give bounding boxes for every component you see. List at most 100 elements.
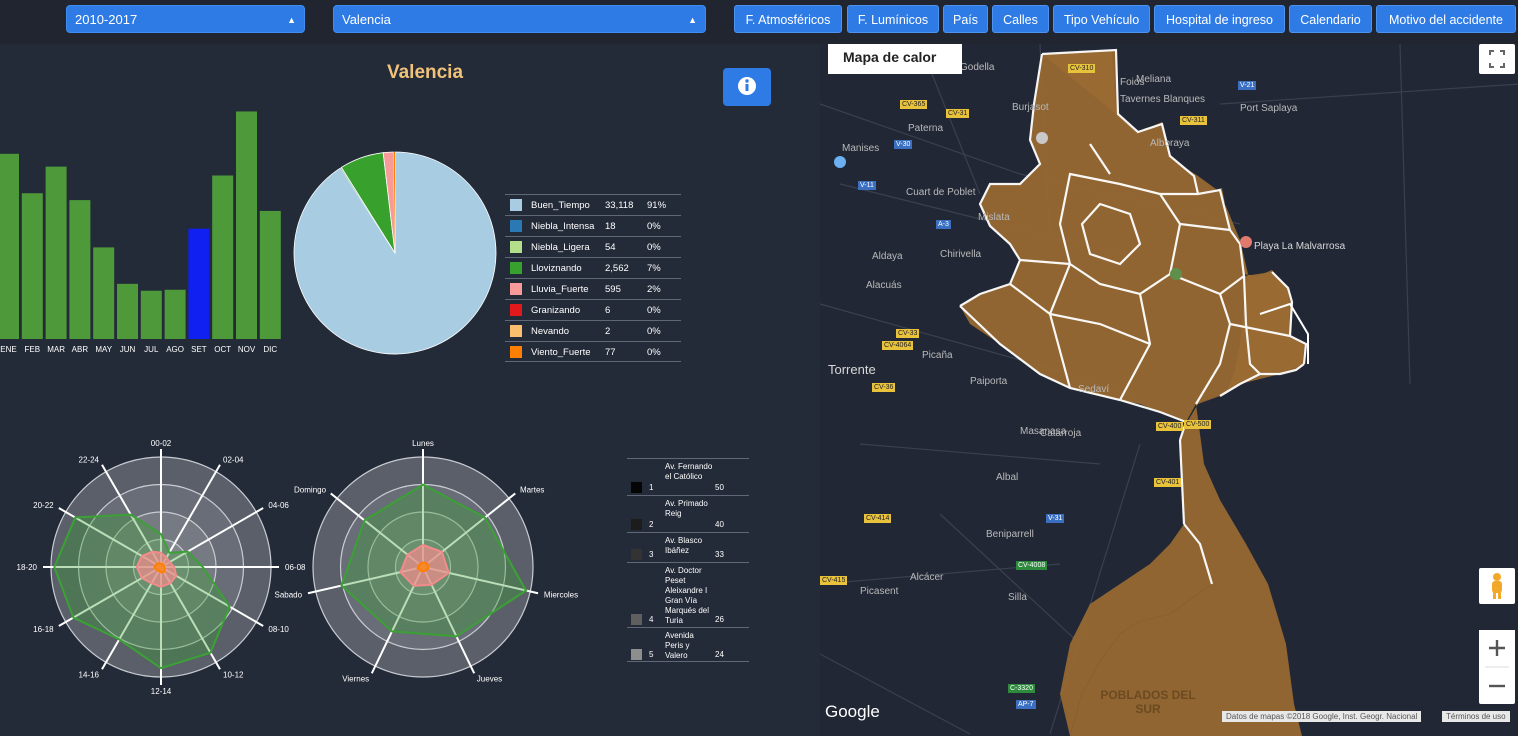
street-name: Av. Blasco Ibáñez: [665, 536, 703, 555]
street-name: Avenida Peris y Valero: [665, 631, 694, 660]
legend-percent: 2%: [647, 284, 661, 295]
road-shield: V-21: [1238, 81, 1257, 90]
legend-swatch: [510, 241, 522, 253]
street-row[interactable]: 1 Av. Fernando el Católico 50: [627, 458, 749, 495]
period-select[interactable]: 2010-2017 ▲: [66, 5, 305, 33]
bar-label-ago: AGO: [166, 345, 184, 354]
street-name: Av. Primado Reig: [665, 499, 708, 518]
road-shield: CV-36: [872, 383, 896, 392]
nav-luminicos-button[interactable]: F. Lumínicos: [847, 5, 939, 33]
legend-label: Lloviznando: [531, 263, 582, 274]
legend-swatch: [510, 304, 522, 316]
road-shield: V-30: [894, 140, 913, 149]
bar-may[interactable]: [93, 247, 115, 339]
bar-feb[interactable]: [21, 193, 43, 339]
street-row[interactable]: 5 Avenida Peris y Valero 24: [627, 627, 749, 662]
legend-label: Nevando: [531, 326, 570, 337]
airport-marker-icon[interactable]: [834, 156, 846, 168]
bar-mar[interactable]: [45, 166, 67, 339]
heatmap-map[interactable]: Godella Burjasot Paterna Manises Cuart de Po…: [820, 44, 1518, 736]
map-label: Meliana: [1136, 74, 1172, 85]
map-label: Paterna: [908, 123, 944, 134]
legend-swatch: [510, 262, 522, 274]
nav-tipo-vehiculo-button[interactable]: Tipo Vehículo: [1053, 5, 1150, 33]
bar-label-set: SET: [191, 345, 207, 354]
bar-jul[interactable]: [140, 290, 162, 339]
bar-abr[interactable]: [69, 200, 91, 339]
bar-label-mar: MAR: [47, 345, 65, 354]
legend-count: 2: [605, 326, 611, 337]
beach-marker-icon[interactable]: [1240, 236, 1252, 248]
road-shield: A-3: [936, 220, 951, 229]
map-label: Alboraya: [1150, 138, 1190, 149]
bar-label-ene: ENE: [0, 345, 16, 354]
road-shield: CV-4064: [882, 341, 914, 350]
street-row[interactable]: 3 Av. Blasco Ibáñez 33: [627, 532, 749, 562]
legend-row[interactable]: Buen_Tiempo 33,118 91%: [505, 194, 681, 215]
bar-ene[interactable]: [0, 153, 19, 339]
legend-label: Niebla_Ligera: [531, 242, 590, 253]
legend-percent: 0%: [647, 326, 661, 337]
map-label: Godella: [960, 62, 995, 73]
bar-label-jun: JUN: [120, 345, 136, 354]
legend-label: Viento_Fuerte: [531, 347, 591, 358]
bar-set[interactable]: [188, 228, 210, 339]
radar-axis-label: 08-10: [268, 625, 289, 634]
legend-count: 595: [605, 284, 621, 295]
street-row[interactable]: 2 Av. Primado Reig 40: [627, 495, 749, 532]
legend-row[interactable]: Lluvia_Fuerte 595 2%: [505, 278, 681, 299]
street-swatch: [631, 482, 642, 493]
legend-swatch: [510, 283, 522, 295]
nav-hospital-button[interactable]: Hospital de ingreso: [1154, 5, 1285, 33]
radar-axis-label: Viernes: [342, 675, 369, 684]
legend-count: 6: [605, 305, 611, 316]
weather-legend-table: Buen_Tiempo 33,118 91% Niebla_Intensa 18 0% Ni…: [505, 194, 681, 362]
legend-row[interactable]: Niebla_Ligera 54 0%: [505, 236, 681, 257]
fullscreen-button[interactable]: [1479, 44, 1515, 74]
bar-jun[interactable]: [117, 283, 138, 339]
radar-axis-label: Miercoles: [544, 591, 578, 600]
map-label: Alcácer: [910, 572, 944, 583]
map-type-label[interactable]: Mapa de calor: [828, 44, 962, 74]
nav-motivo-button[interactable]: Motivo del accidente: [1376, 5, 1516, 33]
bar-nov[interactable]: [236, 111, 257, 339]
street-row[interactable]: 4 Av. Doctor Peset Aleixandre I Gran Vía …: [627, 562, 749, 627]
nav-calles-button[interactable]: Calles: [992, 5, 1049, 33]
map-label: POBLADOS DEL SUR: [1100, 688, 1196, 716]
map-label: Burjasot: [1012, 102, 1049, 113]
legend-count: 18: [605, 221, 616, 232]
zoom-in-icon[interactable]: [1479, 630, 1515, 667]
radar-axis-label: 12-14: [151, 687, 172, 696]
legend-swatch: [510, 325, 522, 337]
street-view-button[interactable]: [1479, 568, 1515, 604]
radar-series-2[interactable]: [416, 561, 430, 572]
street-count: 33: [715, 550, 724, 559]
fullscreen-icon: [1489, 50, 1505, 68]
bar-dic[interactable]: [259, 210, 281, 339]
nav-atmosfericos-button[interactable]: F. Atmosféricos: [734, 5, 842, 33]
nav-pais-button[interactable]: País: [943, 5, 988, 33]
map-label: Catarroja: [1040, 428, 1082, 439]
city-select[interactable]: Valencia ▲: [333, 5, 706, 33]
radar-axis-label: Martes: [520, 486, 544, 495]
radar-axis-label: 04-06: [268, 501, 289, 510]
legend-row[interactable]: Viento_Fuerte 77 0%: [505, 341, 681, 362]
bar-ago[interactable]: [164, 289, 186, 339]
map-label: Paiporta: [970, 376, 1008, 387]
park-marker-icon[interactable]: [1170, 268, 1182, 280]
map-label: Sedaví: [1078, 384, 1110, 395]
bar-oct[interactable]: [212, 175, 234, 339]
legend-row[interactable]: Lloviznando 2,562 7%: [505, 257, 681, 278]
terms-link[interactable]: Términos de uso: [1442, 711, 1510, 722]
street-count: 26: [715, 615, 724, 624]
legend-row[interactable]: Granizando 6 0%: [505, 299, 681, 320]
legend-row[interactable]: Nevando 2 0%: [505, 320, 681, 341]
radar-axis-label: Jueves: [477, 675, 502, 684]
map-label: Albal: [996, 472, 1019, 483]
street-rank: 1: [649, 483, 654, 492]
poi-marker-icon[interactable]: [1036, 132, 1048, 144]
map-attribution: Datos de mapas ©2018 Google, Inst. Geogr…: [1222, 711, 1422, 722]
legend-row[interactable]: Niebla_Intensa 18 0%: [505, 215, 681, 236]
street-name: Av. Doctor Peset Aleixandre I Gran Vía M…: [665, 566, 710, 625]
nav-calendario-button[interactable]: Calendario: [1289, 5, 1372, 33]
